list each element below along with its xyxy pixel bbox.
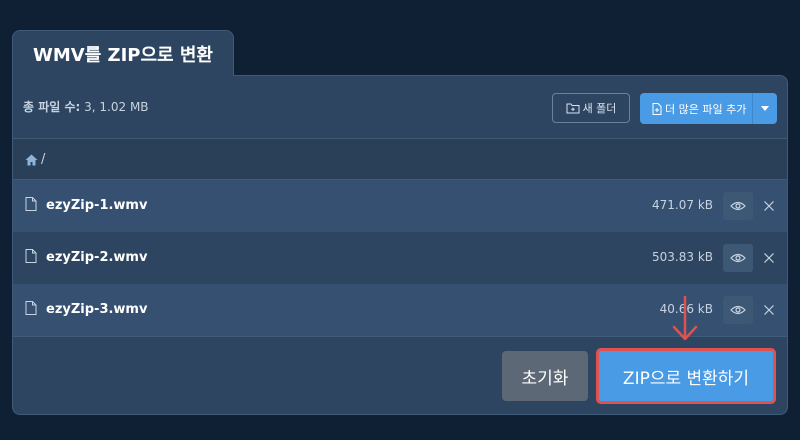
new-folder-label: 새 폴더 [582,102,617,115]
home-icon[interactable] [25,154,38,166]
add-more-files-label: 더 많은 파일 추가 [665,102,747,116]
file-name: ezyZip-2.wmv [46,250,148,265]
add-more-files-button[interactable]: 더 많은 파일 추가 [640,93,777,124]
file-panel: 총 파일 수: 3, 1.02 MB 새 폴더 더 많은 파일 추가 / ezy… [12,75,788,415]
reset-label: 초기화 [521,368,569,389]
file-icon [25,249,37,263]
eye-icon [730,305,746,315]
preview-button[interactable] [723,192,753,220]
file-size: 471.07 kB [652,198,713,212]
file-size: 503.83 kB [652,250,713,264]
preview-button[interactable] [723,244,753,272]
action-bar: 초기화 ZIP으로 변환하기 [13,336,787,414]
close-icon [764,253,774,263]
file-plus-icon [652,102,662,115]
close-icon [764,201,774,211]
file-name: ezyZip-3.wmv [46,302,148,317]
tab-wmv-to-zip[interactable]: WMV를 ZIP으로 변환 [12,30,234,76]
breadcrumb: / [13,138,787,180]
reset-button[interactable]: 초기화 [502,351,588,401]
total-files-label: 총 파일 수: [23,100,81,114]
add-more-dropdown-toggle[interactable] [753,106,777,111]
total-files-value: 3, 1.02 MB [84,100,149,114]
file-row: ezyZip-2.wmv 503.83 kB [13,232,787,284]
new-folder-button[interactable]: 새 폴더 [552,93,630,123]
remove-file-button[interactable] [761,198,777,214]
total-files-info: 총 파일 수: 3, 1.02 MB [23,98,149,115]
breadcrumb-path: / [41,152,46,167]
add-more-files-main[interactable]: 더 많은 파일 추가 [640,93,752,124]
eye-icon [730,253,746,263]
convert-label: ZIP으로 변환하기 [622,368,750,389]
remove-file-button[interactable] [761,302,777,318]
down-arrow-icon [672,296,698,341]
file-row: ezyZip-1.wmv 471.07 kB [13,180,787,232]
toolbar: 총 파일 수: 3, 1.02 MB 새 폴더 더 많은 파일 추가 [13,76,787,138]
close-icon [764,305,774,315]
preview-button[interactable] [723,296,753,324]
eye-icon [730,201,746,211]
folder-plus-icon [566,103,580,114]
convert-to-zip-button[interactable]: ZIP으로 변환하기 [596,348,776,404]
file-icon [25,301,37,315]
remove-file-button[interactable] [761,250,777,266]
tab-title: WMV를 ZIP으로 변환 [33,44,213,66]
file-name: ezyZip-1.wmv [46,198,148,213]
file-icon [25,197,37,211]
file-row: ezyZip-3.wmv 40.66 kB [13,284,787,336]
caret-down-icon [761,106,769,111]
